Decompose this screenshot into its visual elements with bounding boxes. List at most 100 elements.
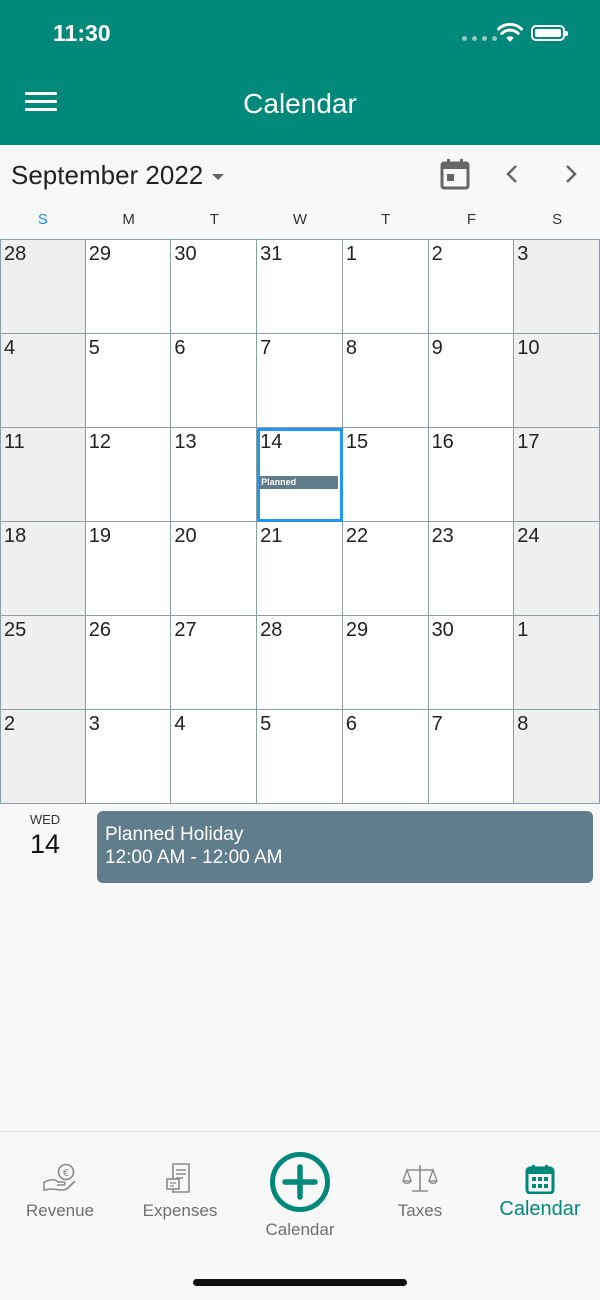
day-number: 5 (260, 713, 272, 735)
day-number: 3 (517, 243, 529, 265)
day-cell[interactable]: 22 (342, 522, 429, 616)
event-time: 12:00 AM - 12:00 AM (105, 847, 283, 868)
month-selector[interactable]: September 2022 (11, 160, 225, 191)
day-number: 30 (431, 619, 454, 641)
day-cell[interactable]: 2 (0, 710, 86, 804)
wifi-icon (497, 22, 523, 42)
day-number: 12 (88, 431, 111, 453)
day-number: 20 (174, 525, 197, 547)
day-cell[interactable]: 7 (428, 710, 515, 804)
day-number: 31 (260, 243, 283, 265)
day-cell[interactable]: 24 (514, 522, 600, 616)
agenda-day-number: 14 (29, 829, 61, 859)
day-number: 8 (517, 713, 529, 735)
day-cell[interactable]: 25 (0, 616, 86, 710)
day-number: 24 (517, 525, 540, 547)
cellular-signal-icon (462, 36, 497, 41)
day-cell[interactable]: 8 (342, 334, 429, 428)
agenda-event-card[interactable]: Planned Holiday 12:00 AM - 12:00 AM (97, 811, 593, 883)
weekday-label: T (209, 211, 219, 228)
day-number: 21 (260, 525, 283, 547)
day-number: 30 (174, 243, 197, 265)
day-number: 4 (4, 337, 16, 359)
day-cell[interactable]: 28 (0, 240, 86, 334)
day-number: 4 (174, 713, 186, 735)
expenses-receipt-icon (166, 1163, 190, 1193)
day-cell[interactable]: 1 (342, 240, 429, 334)
nav-item-revenue[interactable]: € Revenue (0, 1132, 120, 1242)
day-number: 18 (4, 525, 27, 547)
day-number: 19 (88, 525, 111, 547)
day-number: 25 (4, 619, 27, 641)
day-cell[interactable]: 11 (0, 428, 86, 522)
day-number: 7 (431, 713, 443, 735)
weekday-label: M (122, 211, 135, 228)
day-cell[interactable]: 7 (257, 334, 343, 428)
day-cell[interactable]: 16 (428, 428, 515, 522)
day-number: 5 (88, 337, 100, 359)
day-cell[interactable]: 29 (85, 240, 172, 334)
day-cell[interactable]: 23 (428, 522, 515, 616)
day-cell[interactable]: 18 (0, 522, 86, 616)
day-number: 29 (88, 243, 111, 265)
day-cell[interactable]: 15 (342, 428, 429, 522)
day-cell[interactable]: 10 (514, 334, 600, 428)
event-title: Planned Holiday (105, 824, 244, 845)
revenue-hand-coin-icon: € (43, 1163, 76, 1191)
day-cell[interactable]: 29 (342, 616, 429, 710)
day-cell[interactable]: 17 (514, 428, 600, 522)
weekday-label: W (292, 211, 308, 228)
app-bar: 11:30 Calendar (0, 0, 600, 145)
add-circle-icon (270, 1152, 330, 1212)
weekday-header-row: S M T W T F S (0, 205, 600, 239)
calendar-today-icon[interactable] (440, 158, 470, 190)
nav-item-taxes[interactable]: Taxes (360, 1132, 480, 1242)
day-cell[interactable]: 2 (428, 240, 515, 334)
nav-item-add[interactable]: Calendar (240, 1132, 360, 1242)
bottom-navigation: € Revenue Expenses Calendar Taxes Calend… (0, 1131, 600, 1300)
day-cell[interactable]: 28 (257, 616, 343, 710)
day-cell[interactable]: 30 (428, 616, 515, 710)
nav-item-expenses[interactable]: Expenses (120, 1132, 240, 1242)
day-cell[interactable]: 5 (85, 334, 172, 428)
day-cell[interactable]: 8 (514, 710, 600, 804)
month-grid: 28 29 30 31 1 2 3 4 5 6 7 8 9 10 11 12 13 14 Planned 15 16 17… (0, 239, 600, 804)
day-number: 17 (517, 431, 540, 453)
chevron-right-icon[interactable] (557, 161, 583, 187)
day-cell[interactable]: 1 (514, 616, 600, 710)
day-cell[interactable]: 4 (0, 334, 86, 428)
day-cell[interactable]: 26 (85, 616, 172, 710)
day-cell[interactable]: 5 (257, 710, 343, 804)
day-cell[interactable]: 19 (85, 522, 172, 616)
day-number: 2 (4, 713, 16, 735)
month-header: September 2022 (0, 145, 600, 205)
day-cell-selected[interactable]: 14 Planned (257, 428, 343, 522)
day-number: 28 (4, 243, 27, 265)
calendar-icon (525, 1165, 555, 1194)
day-number: 27 (174, 619, 197, 641)
day-cell[interactable]: 21 (257, 522, 343, 616)
day-cell[interactable]: 13 (171, 428, 258, 522)
event-chip[interactable]: Planned (259, 476, 338, 489)
day-cell[interactable]: 6 (342, 710, 429, 804)
day-cell[interactable]: 3 (85, 710, 172, 804)
day-cell[interactable]: 9 (428, 334, 515, 428)
day-cell[interactable]: 3 (514, 240, 600, 334)
day-number: 11 (4, 431, 25, 453)
day-cell[interactable]: 27 (171, 616, 258, 710)
day-cell[interactable]: 6 (171, 334, 258, 428)
nav-label-revenue: Revenue (25, 1201, 95, 1220)
day-number: 26 (88, 619, 111, 641)
day-number: 9 (431, 337, 443, 359)
day-cell[interactable]: 31 (257, 240, 343, 334)
svg-text:€: € (63, 1168, 69, 1179)
weekday-label: S (552, 211, 563, 228)
day-cell[interactable]: 12 (85, 428, 172, 522)
status-time: 11:30 (53, 20, 111, 46)
day-cell[interactable]: 30 (171, 240, 258, 334)
chevron-left-icon[interactable] (500, 161, 526, 187)
day-cell[interactable]: 20 (171, 522, 258, 616)
nav-label-expenses: Expenses (142, 1201, 218, 1220)
day-cell[interactable]: 4 (171, 710, 258, 804)
nav-item-calendar[interactable]: Calendar (480, 1132, 600, 1242)
